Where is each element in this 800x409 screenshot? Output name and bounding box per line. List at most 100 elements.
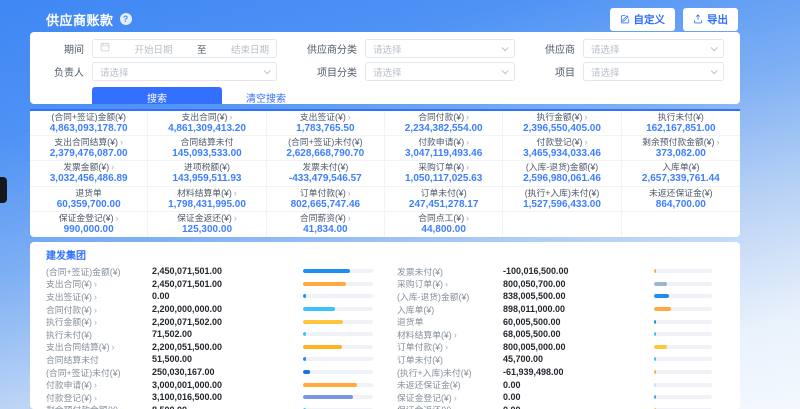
company-metric-row[interactable]: 付款登记(¥)›3,100,016,500.00 [46,391,373,404]
row-label-text: 发票未付(¥) [397,267,443,277]
chevron-right-icon: › [94,279,97,289]
clear-search-link[interactable]: 清空搜索 [246,90,286,105]
company-metric-row[interactable]: 剩余预付款金额(¥)›8,500.00 [46,404,373,409]
metric-label: (合同+签证)未付(¥) [288,137,363,147]
company-metric-row[interactable]: 订单付款(¥)›800,005,000.00 [397,341,724,354]
chevron-right-icon: › [584,137,587,147]
company-metric-row: 入库单(¥)898,011,000.00 [397,303,724,316]
row-bar-fill [654,332,656,336]
metric-label: 付款申请(¥)› [418,137,469,147]
customize-button[interactable]: 自定义 [610,8,676,31]
metric-label: 进项税额(¥) [184,162,230,172]
row-bar-track [303,332,373,336]
chevron-right-icon: › [120,405,123,409]
supplier-select[interactable]: 请选择 [583,39,724,58]
metric-card[interactable]: 合同薪资(¥)›41,834.00 [267,212,385,237]
metric-card[interactable]: 剩余预付款金额(¥)›373,082.00 [622,136,740,161]
metric-card: (执行+入库)未付(¥)1,527,596,433.00 [503,187,621,212]
row-label: 付款登记(¥)› [46,391,152,404]
metric-card: 退货单60,359,700.00 [30,187,148,212]
chevron-right-icon: › [466,137,469,147]
project-category-placeholder: 请选择 [373,65,402,79]
row-label-text: 合同付款(¥) [46,305,92,315]
company-metric-row[interactable]: 支出合同(¥)›2,450,071,501.00 [46,278,373,291]
chevron-right-icon: › [584,112,587,122]
metric-label: 付款登记(¥)› [537,137,588,147]
metric-card[interactable]: 发票金额(¥)›3,032,456,486.89 [30,161,148,186]
metric-label-text: 入库单(¥) [662,162,699,172]
metric-card[interactable]: 付款申请(¥)›3,047,119,493.46 [385,136,503,161]
period-label: 期间 [46,41,84,56]
metric-value: 41,834.00 [303,224,348,235]
metric-card[interactable]: 支出合同(¥)›4,861,309,413.20 [148,111,266,136]
help-icon[interactable]: ? [120,13,132,25]
supplier-category-select[interactable]: 请选择 [365,39,515,58]
row-label: 订单付款(¥)› [397,340,503,353]
company-metric-row[interactable]: 保证金登记(¥)›0.00 [397,391,724,404]
metric-card[interactable]: 支出签证(¥)›1,783,765.50 [267,111,385,136]
row-bar-track [303,357,373,361]
metric-card[interactable]: 付款登记(¥)›3,465,934,033.46 [503,136,621,161]
company-metric-row[interactable]: 支出合同结算(¥)›2,200,051,500.00 [46,341,373,354]
metric-card[interactable]: 保证金登记(¥)›990,000.00 [30,212,148,237]
sidebar-collapse-handle[interactable] [0,177,7,203]
company-metric-row[interactable]: 材料结算单(¥)›68,005,500.00 [397,328,724,341]
metric-value: 143,959,511.93 [173,173,242,184]
row-bar-track [654,357,712,361]
metric-card[interactable]: 合同点工(¥)›44,800.00 [385,212,503,237]
row-value: 60,005,500.00 [503,317,631,327]
row-bar-track [303,345,373,349]
metric-label-text: (执行+入库)未付(¥) [525,188,600,198]
metric-label-text: 合同结算未付 [181,137,234,147]
metric-label: 合同薪资(¥)› [300,213,351,223]
company-metric-row[interactable]: 合同付款(¥)›2,200,000,000.00 [46,303,373,316]
row-label-text: (合同+签证)未付(¥) [46,368,121,378]
project-select[interactable]: 请选择 [583,62,724,81]
supplier-label: 供应商 [531,41,575,56]
metric-label-text: (入库-退货)金额(¥) [526,162,598,172]
metric-value: 4,861,309,413.20 [168,123,246,134]
row-bar-fill [654,357,656,361]
row-label: 发票未付(¥) [397,265,503,278]
company-metric-row: (合同+签证)未付(¥)250,030,167.00 [46,366,373,379]
metric-card[interactable]: 材料结算单(¥)›1,798,431,995.00 [148,187,266,212]
row-label-text: (执行+入库)未付(¥) [397,368,472,378]
metric-card[interactable]: 保证金返还(¥)›125,300.00 [148,212,266,237]
project-category-select[interactable]: 请选择 [365,62,515,81]
chevron-right-icon: › [466,112,469,122]
metric-card: 合同结算未付145,093,533.00 [148,136,266,161]
company-metric-row[interactable]: 采购订单(¥)›800,050,700.00 [397,278,724,291]
search-button[interactable]: 搜索 [92,87,222,104]
company-name-link[interactable]: 建发集团 [46,247,724,262]
company-metric-row[interactable]: 付款申请(¥)›3,000,001,000.00 [46,378,373,391]
metric-label: 合同结算未付 [181,137,234,147]
row-bar-track [303,269,373,273]
row-label-text: 执行金额(¥) [46,317,92,327]
company-metric-row[interactable]: 支出签证(¥)›0.00 [46,290,373,303]
chevron-right-icon: › [116,213,119,223]
metric-value: 60,359,700.00 [57,199,121,210]
row-value: -61,939,498.00 [503,367,631,377]
metric-card[interactable]: 采购订单(¥)›1,050,117,025.63 [385,161,503,186]
metric-card[interactable]: 合同付款(¥)›2,234,382,554.00 [385,111,503,136]
owner-select[interactable]: 请选择 [92,62,277,81]
metric-label-text: 发票未付(¥) [302,162,348,172]
metric-value: 990,000.00 [64,224,114,235]
company-metric-row[interactable]: 保证金返还(¥)›0.00 [397,404,724,409]
export-button[interactable]: 导出 [683,8,738,31]
metric-card[interactable]: 订单付款(¥)›802,665,747.46 [267,187,385,212]
company-metric-row[interactable]: 执行金额(¥)›2,200,071,502.00 [46,315,373,328]
date-range-input[interactable]: 开始日期 至 结束日期 [92,39,277,58]
metric-label-text: 合同付款(¥) [418,112,464,122]
metric-card[interactable]: 执行金额(¥)›2,396,550,405.00 [503,111,621,136]
company-metric-row: (入库-退货)金额(¥)838,005,500.00 [397,290,724,303]
metric-card: 进项税额(¥)143,959,511.93 [148,161,266,186]
metric-label-text: 付款登记(¥) [537,137,583,147]
row-label-text: 保证金返还(¥) [397,405,452,409]
metric-card: 发票未付(¥)-433,479,546.57 [267,161,385,186]
metric-card[interactable]: 支出合同结算(¥)›2,379,476,087.00 [30,136,148,161]
metric-value: 2,628,668,790.70 [286,148,364,159]
row-value: 800,005,000.00 [503,342,631,352]
metric-value: 1,050,117,025.63 [405,173,482,184]
chevron-right-icon: › [348,112,351,122]
